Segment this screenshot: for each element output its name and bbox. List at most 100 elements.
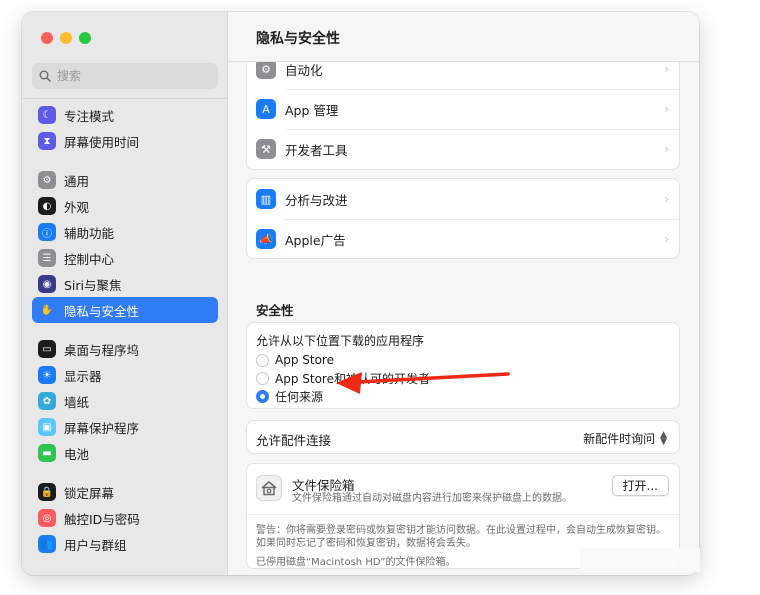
hammer-icon: ⚒ <box>256 139 276 159</box>
moon-icon: ☾ <box>38 106 56 124</box>
sidebar-list: ☾ 专注模式 ⧗ 屏幕使用时间 ⚙ 通用 ◐ 外观 ⓘ 辅助功能 ☰ 控制中心 ◉ Siri与聚焦 ✋ 隐私与… <box>32 102 218 557</box>
sidebar-item-label: 专注模式 <box>64 108 115 124</box>
siri-icon: ◉ <box>38 275 56 293</box>
sidebar-item-label: 触控ID与密码 <box>64 511 140 527</box>
updown-chevron-icon: ▲ ▼ <box>660 429 667 447</box>
accessory-popup[interactable]: 新配件时询问 ▲ ▼ <box>583 430 667 447</box>
chevron-right-icon: › <box>664 192 669 206</box>
sidebar-item-moon[interactable]: ☾ 专注模式 <box>32 102 218 128</box>
sidebar-item-lock[interactable]: 🔒 锁定屏幕 <box>32 479 218 505</box>
sidebar-item-hourglass[interactable]: ⧗ 屏幕使用时间 <box>32 128 218 154</box>
permissions-group: ⚙ 自动化 › A App 管理 › ⚒ 开发者工具 › <box>246 62 680 170</box>
content-scroll[interactable]: ⚙ 自动化 › A App 管理 › ⚒ 开发者工具 › ▥ 分析与改进 › 📣 Apple广告 › 安全… <box>228 62 699 575</box>
sidebar-item-label: 显示器 <box>64 368 102 384</box>
zoom-window-button[interactable] <box>79 32 91 44</box>
minimize-window-button[interactable] <box>60 32 72 44</box>
chevron-right-icon: › <box>664 102 669 116</box>
lock-icon: 🔒 <box>38 483 56 501</box>
sidebar-item-accessibility[interactable]: ⓘ 辅助功能 <box>32 219 218 245</box>
traffic-lights <box>41 32 91 44</box>
radio-label: App Store <box>275 353 334 367</box>
sidebar-item-label: 电池 <box>64 446 90 462</box>
users-icon: 👥 <box>38 535 56 553</box>
gear-icon: ⚙ <box>38 171 56 189</box>
sidebar-item-dock[interactable]: ▭ 桌面与程序坞 <box>32 336 218 362</box>
radio-button[interactable] <box>256 389 269 403</box>
row-label: 开发者工具 <box>285 142 348 158</box>
automation-icon: ⚙ <box>256 62 276 79</box>
sidebar-item-label: 用户与群组 <box>64 537 127 553</box>
row-megaphone[interactable]: 📣 Apple广告 › <box>247 219 679 259</box>
sidebar-item-label: 屏幕使用时间 <box>64 134 140 150</box>
wallpaper-icon: ✿ <box>38 392 56 410</box>
sidebar-item-label: 桌面与程序坞 <box>64 342 140 358</box>
chevron-right-icon: › <box>664 232 669 246</box>
dock-icon: ▭ <box>38 340 56 358</box>
sidebar-item-label: 墙纸 <box>64 394 90 410</box>
close-window-button[interactable] <box>41 32 53 44</box>
radio-option-2[interactable]: 任何来源 <box>256 387 323 405</box>
sidebar-item-siri[interactable]: ◉ Siri与聚焦 <box>32 271 218 297</box>
sidebar-item-label: 辅助功能 <box>64 225 115 241</box>
sidebar-item-display[interactable]: ☀ 显示器 <box>32 362 218 388</box>
row-divider <box>285 219 679 220</box>
sidebar-item-label: Siri与聚焦 <box>64 277 122 293</box>
row-label: 自动化 <box>285 62 323 78</box>
download-source-group: 允许从以下位置下载的应用程序 App Store App Store和被认可的开发… <box>246 322 680 409</box>
row-chart[interactable]: ▥ 分析与改进 › <box>247 179 679 219</box>
radio-label: App Store和被认可的开发者 <box>275 371 430 386</box>
radio-button[interactable] <box>256 353 269 367</box>
title-bar: 隐私与安全性 <box>228 12 699 62</box>
main-pane: 隐私与安全性 ⚙ 自动化 › A App 管理 › ⚒ 开发者工具 › ▥ 分析与改进 › 📣 Appl… <box>228 12 699 575</box>
filevault-house-icon <box>256 475 282 501</box>
sidebar-item-control-center[interactable]: ☰ 控制中心 <box>32 245 218 271</box>
page-title: 隐私与安全性 <box>256 31 340 47</box>
sidebar-item-label: 锁定屏幕 <box>64 485 115 501</box>
sidebar-item-users[interactable]: 👥 用户与群组 <box>32 531 218 557</box>
battery-icon: ▬ <box>38 444 56 462</box>
sidebar-item-label: 控制中心 <box>64 251 115 267</box>
search-input[interactable] <box>57 69 207 83</box>
row-label: App 管理 <box>285 102 339 118</box>
sidebar-divider <box>22 98 228 99</box>
row-app-store[interactable]: A App 管理 › <box>247 89 679 129</box>
row-automation[interactable]: ⚙ 自动化 › <box>247 62 679 89</box>
accessory-label: 允许配件连接 <box>256 433 332 448</box>
app-store-icon: A <box>256 99 276 119</box>
sidebar-item-label: 通用 <box>64 173 90 189</box>
hand-icon: ✋ <box>38 301 56 319</box>
fingerprint-icon: ◎ <box>38 509 56 527</box>
display-icon: ☀ <box>38 366 56 384</box>
sidebar-item-appearance[interactable]: ◐ 外观 <box>32 193 218 219</box>
sidebar-item-label: 外观 <box>64 199 90 215</box>
radio-option-0[interactable]: App Store <box>256 351 334 369</box>
appearance-icon: ◐ <box>38 197 56 215</box>
analytics-group: ▥ 分析与改进 › 📣 Apple广告 › <box>246 178 680 259</box>
sidebar-item-hand[interactable]: ✋ 隐私与安全性 <box>32 297 218 323</box>
sidebar-item-label: 屏幕保护程序 <box>64 420 140 436</box>
filevault-warning: 警告：你将需要登录密码或恢复密钥才能访问数据。在此设置过程中，会自动生成恢复密钥… <box>256 525 666 549</box>
filevault-description: 文件保险箱通过自动对磁盘内容进行加密来保护磁盘上的数据。 <box>292 493 572 504</box>
sidebar-item-screensaver[interactable]: ▣ 屏幕保护程序 <box>32 414 218 440</box>
filevault-open-button[interactable]: 打开... <box>611 475 669 496</box>
row-divider <box>285 129 679 130</box>
chevron-right-icon: › <box>664 142 669 156</box>
radio-button[interactable] <box>256 371 269 385</box>
sidebar-item-fingerprint[interactable]: ◎ 触控ID与密码 <box>32 505 218 531</box>
chart-icon: ▥ <box>256 189 276 209</box>
radio-option-1[interactable]: App Store和被认可的开发者 <box>256 369 430 387</box>
megaphone-icon: 📣 <box>256 229 276 249</box>
sidebar-item-wallpaper[interactable]: ✿ 墙纸 <box>32 388 218 414</box>
radio-label: 任何来源 <box>275 389 324 404</box>
search-box[interactable] <box>32 63 218 89</box>
security-section-title: 安全性 <box>256 303 294 318</box>
accessory-group: 允许配件连接 新配件时询问 ▲ ▼ <box>246 420 680 454</box>
row-label: 分析与改进 <box>285 192 348 208</box>
accessory-popup-value: 新配件时询问 <box>583 432 656 446</box>
row-hammer[interactable]: ⚒ 开发者工具 › <box>247 129 679 169</box>
sidebar-item-gear[interactable]: ⚙ 通用 <box>32 167 218 193</box>
settings-window: ☾ 专注模式 ⧗ 屏幕使用时间 ⚙ 通用 ◐ 外观 ⓘ 辅助功能 ☰ 控制中心 ◉ Siri与聚焦 ✋ 隐私与… <box>22 12 699 575</box>
sidebar-item-battery[interactable]: ▬ 电池 <box>32 440 218 466</box>
search-icon <box>39 70 51 82</box>
